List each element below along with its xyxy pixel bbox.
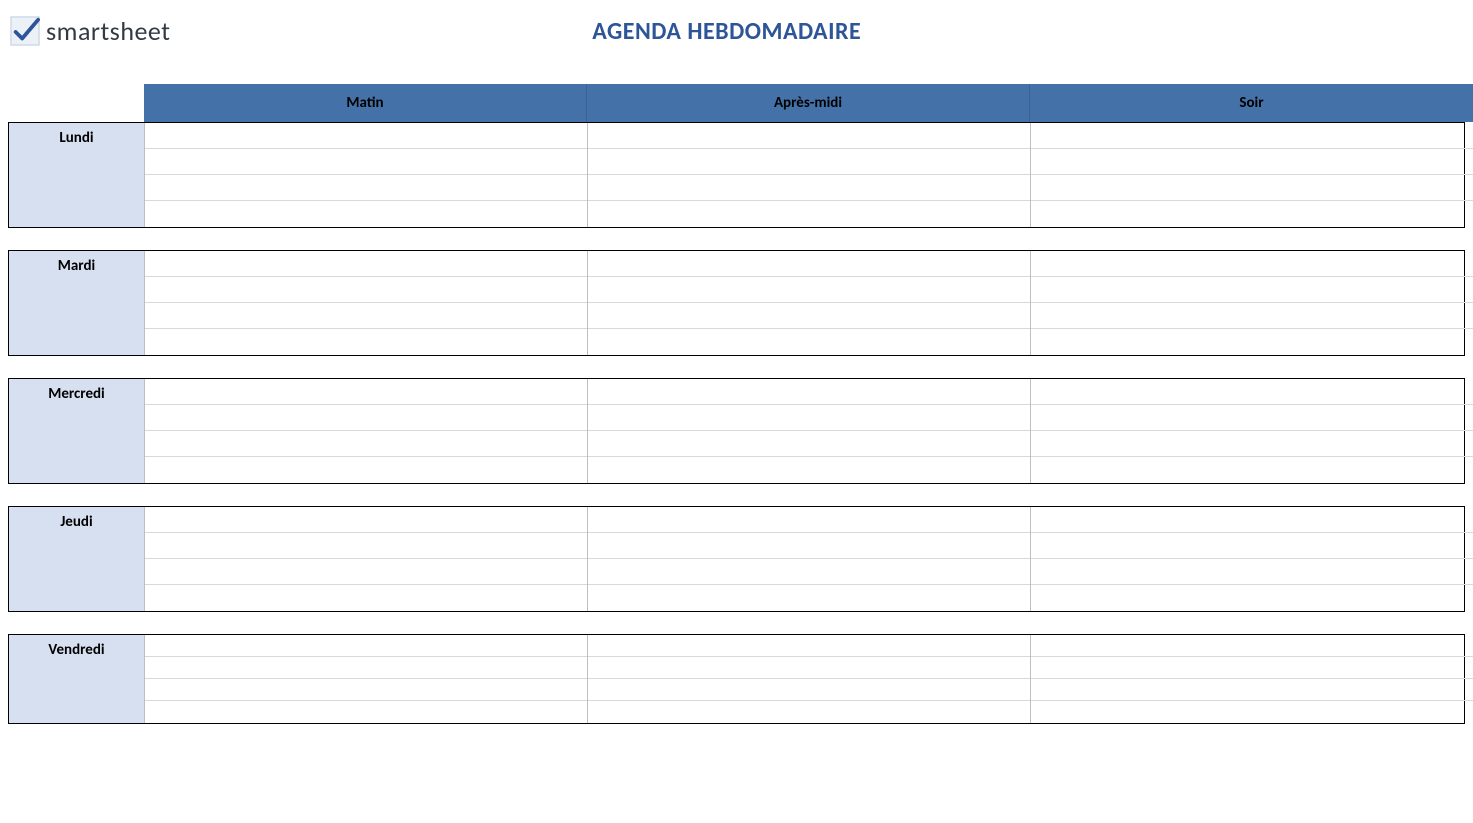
agenda-cell[interactable] <box>588 201 1030 227</box>
agenda-cell[interactable] <box>145 679 587 701</box>
day-gap <box>8 484 1465 506</box>
agenda-cell[interactable] <box>145 379 587 405</box>
day-column <box>588 507 1031 611</box>
agenda-cell[interactable] <box>145 277 587 303</box>
day-column <box>588 635 1031 723</box>
header-blank <box>8 84 144 122</box>
page-title: AGENDA HEBDOMADAIRE <box>0 17 1463 46</box>
agenda-cell[interactable] <box>145 303 587 329</box>
day-label: Lundi <box>9 123 145 227</box>
day-gap <box>8 612 1465 634</box>
day-column <box>588 379 1031 483</box>
agenda-cell[interactable] <box>145 559 587 585</box>
day-block: Mercredi <box>8 378 1465 484</box>
agenda-cell[interactable] <box>588 405 1030 431</box>
agenda-cell[interactable] <box>588 507 1030 533</box>
day-column <box>588 123 1031 227</box>
agenda-cell[interactable] <box>1031 277 1473 303</box>
agenda-cell[interactable] <box>1031 533 1473 559</box>
time-header-row: Matin Après-midi Soir <box>8 84 1465 122</box>
agenda-cell[interactable] <box>145 585 587 611</box>
agenda-cell[interactable] <box>1031 635 1473 657</box>
agenda-cell[interactable] <box>1031 701 1473 723</box>
agenda-cell[interactable] <box>1031 559 1473 585</box>
agenda-cell[interactable] <box>588 431 1030 457</box>
day-label: Mercredi <box>9 379 145 483</box>
agenda-cell[interactable] <box>588 559 1030 585</box>
day-gap <box>8 356 1465 378</box>
agenda-cell[interactable] <box>1031 201 1473 227</box>
agenda-cell[interactable] <box>145 635 587 657</box>
day-column <box>1031 379 1473 483</box>
agenda-sheet: Matin Après-midi Soir Lundi Mardi Mercredi… <box>0 84 1473 744</box>
day-column <box>145 507 588 611</box>
day-column <box>145 379 588 483</box>
day-column <box>1031 123 1473 227</box>
agenda-cell[interactable] <box>588 329 1030 355</box>
agenda-cell[interactable] <box>1031 251 1473 277</box>
agenda-cell[interactable] <box>145 405 587 431</box>
agenda-cell[interactable] <box>145 175 587 201</box>
agenda-cell[interactable] <box>588 149 1030 175</box>
agenda-cell[interactable] <box>588 679 1030 701</box>
agenda-cell[interactable] <box>588 303 1030 329</box>
agenda-cell[interactable] <box>1031 431 1473 457</box>
agenda-cell[interactable] <box>145 701 587 723</box>
agenda-cell[interactable] <box>1031 679 1473 701</box>
day-block: Jeudi <box>8 506 1465 612</box>
day-column <box>1031 507 1473 611</box>
page-header: smartsheet AGENDA HEBDOMADAIRE <box>0 0 1473 58</box>
agenda-cell[interactable] <box>1031 329 1473 355</box>
agenda-cell[interactable] <box>1031 123 1473 149</box>
agenda-cell[interactable] <box>145 657 587 679</box>
day-column <box>1031 635 1473 723</box>
agenda-cell[interactable] <box>1031 175 1473 201</box>
agenda-cell[interactable] <box>145 123 587 149</box>
checkmark-icon <box>10 16 40 46</box>
agenda-cell[interactable] <box>1031 507 1473 533</box>
agenda-cell[interactable] <box>1031 303 1473 329</box>
agenda-cell[interactable] <box>588 635 1030 657</box>
day-gap <box>8 228 1465 250</box>
agenda-cell[interactable] <box>1031 657 1473 679</box>
agenda-cell[interactable] <box>145 507 587 533</box>
days-container: Lundi Mardi Mercredi Jeudi Vendredi <box>8 122 1465 724</box>
agenda-cell[interactable] <box>145 201 587 227</box>
day-column <box>588 251 1031 355</box>
agenda-cell[interactable] <box>588 657 1030 679</box>
agenda-cell[interactable] <box>588 533 1030 559</box>
day-column <box>1031 251 1473 355</box>
agenda-cell[interactable] <box>1031 149 1473 175</box>
day-label: Vendredi <box>9 635 145 723</box>
day-label: Jeudi <box>9 507 145 611</box>
agenda-cell[interactable] <box>145 149 587 175</box>
agenda-cell[interactable] <box>588 701 1030 723</box>
day-block: Mardi <box>8 250 1465 356</box>
col-header-matin: Matin <box>144 84 587 122</box>
day-column <box>145 635 588 723</box>
col-header-apresmidi: Après-midi <box>587 84 1030 122</box>
agenda-cell[interactable] <box>588 123 1030 149</box>
day-column <box>145 251 588 355</box>
day-label: Mardi <box>9 251 145 355</box>
agenda-cell[interactable] <box>145 431 587 457</box>
agenda-cell[interactable] <box>588 585 1030 611</box>
agenda-cell[interactable] <box>145 533 587 559</box>
agenda-cell[interactable] <box>1031 379 1473 405</box>
day-block: Vendredi <box>8 634 1465 724</box>
agenda-cell[interactable] <box>588 175 1030 201</box>
col-header-soir: Soir <box>1030 84 1473 122</box>
agenda-cell[interactable] <box>1031 405 1473 431</box>
agenda-cell[interactable] <box>1031 585 1473 611</box>
day-column <box>145 123 588 227</box>
agenda-cell[interactable] <box>588 379 1030 405</box>
agenda-cell[interactable] <box>145 329 587 355</box>
agenda-cell[interactable] <box>145 251 587 277</box>
agenda-cell[interactable] <box>588 277 1030 303</box>
agenda-cell[interactable] <box>588 251 1030 277</box>
agenda-cell[interactable] <box>145 457 587 483</box>
day-block: Lundi <box>8 122 1465 228</box>
agenda-cell[interactable] <box>1031 457 1473 483</box>
agenda-cell[interactable] <box>588 457 1030 483</box>
